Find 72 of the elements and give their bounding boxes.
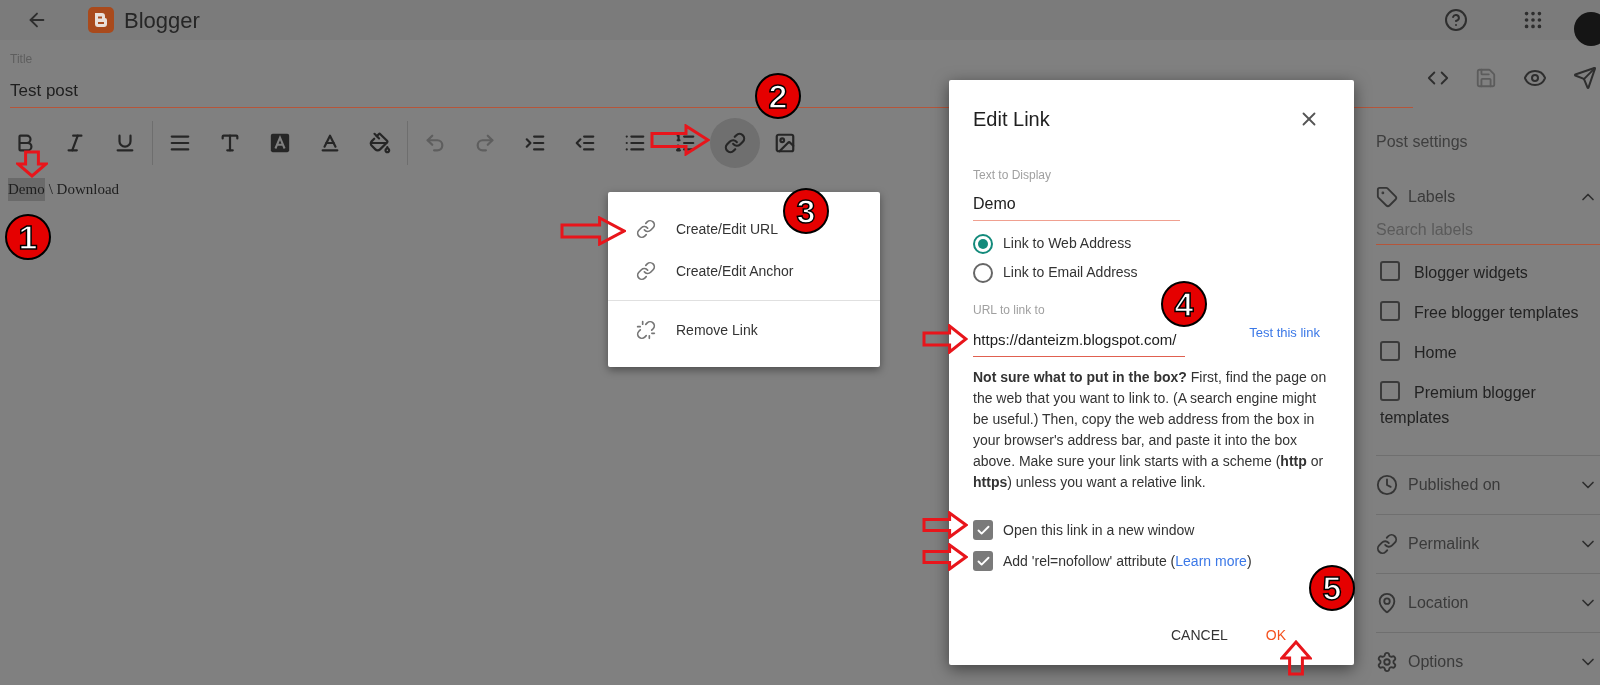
send-icon[interactable] xyxy=(1573,66,1597,90)
step-badge: 1 xyxy=(5,214,51,260)
avatar[interactable] xyxy=(1574,12,1600,46)
text-color-icon xyxy=(319,132,341,154)
checkbox[interactable] xyxy=(1380,341,1400,361)
align-icon xyxy=(169,132,191,154)
bullet-list-icon xyxy=(624,132,646,154)
label-option[interactable]: Premium blogger templates xyxy=(1376,373,1600,437)
link-icon xyxy=(1376,533,1398,555)
menu-item[interactable]: Create/Edit Anchor xyxy=(636,250,794,292)
checkbox[interactable] xyxy=(1380,261,1400,281)
undo-icon xyxy=(424,132,446,154)
body-text: \ Download xyxy=(48,180,120,199)
text-style-icon xyxy=(269,132,291,154)
label-option[interactable]: Free blogger templates xyxy=(1376,293,1600,335)
underline-icon xyxy=(114,132,136,154)
option-text: Add 'rel=nofollow' attribute (Learn more) xyxy=(1003,551,1252,571)
checkbox[interactable] xyxy=(973,551,993,571)
tag-icon xyxy=(1376,186,1398,208)
test-link[interactable]: Test this link xyxy=(1249,323,1320,343)
arrow-icon xyxy=(560,216,626,246)
paint-bucket-icon xyxy=(369,132,391,154)
numbered-list-icon xyxy=(674,132,696,154)
display-text-field[interactable]: Demo xyxy=(973,192,1180,221)
checkbox[interactable] xyxy=(1380,381,1400,401)
option-text: Open this link in a new window xyxy=(1003,520,1195,540)
step-badge: 2 xyxy=(755,73,801,119)
image-icon xyxy=(774,132,796,154)
arrow-icon xyxy=(922,324,968,354)
checkbox[interactable] xyxy=(973,520,993,540)
clock-icon xyxy=(1376,474,1398,496)
help-icon[interactable] xyxy=(1444,8,1468,32)
indent-icon xyxy=(524,132,546,154)
arrow-icon xyxy=(1280,640,1312,676)
checkbox[interactable] xyxy=(1380,301,1400,321)
arrow-icon xyxy=(16,150,48,178)
outdent-icon xyxy=(574,132,596,154)
link-icon xyxy=(636,261,656,281)
help-text: Not sure what to put in the box? First, find the page on the web that you want to link to. (A search engine might be useful.) Then, copy the web address from the box in your browser's address bar, and paste it into the box above. Make sure your link starts with a scheme (http or https) unless you want a relative link. xyxy=(973,367,1328,492)
link-icon xyxy=(724,132,746,154)
field-label: URL to link to xyxy=(973,302,1045,319)
url-field[interactable]: https://danteizm.blogspot.com/ xyxy=(973,329,1185,357)
radio-option[interactable]: Link to Web Address xyxy=(973,229,1330,258)
text-size-icon xyxy=(219,132,241,154)
toolbar-button[interactable] xyxy=(710,118,760,168)
section-header[interactable]: Published on xyxy=(1376,456,1600,514)
sidebar-title: Post settings xyxy=(1376,132,1469,152)
redo-icon xyxy=(474,132,496,154)
unlink-icon xyxy=(636,320,656,340)
body-text: Demo xyxy=(8,178,45,201)
arrow-icon xyxy=(922,511,968,539)
label-option[interactable]: Blogger widgets xyxy=(1376,253,1600,295)
label-option[interactable]: Home xyxy=(1376,333,1600,375)
app-title: Blogger xyxy=(124,6,200,35)
logo-icon xyxy=(88,7,114,33)
cancel-button[interactable]: CANCEL xyxy=(1162,618,1236,652)
section-header[interactable]: Permalink xyxy=(1376,515,1600,573)
field-label: Text to Display xyxy=(973,167,1053,184)
link-icon xyxy=(636,219,656,239)
arrow-icon xyxy=(650,124,710,156)
dialog-title: Edit Link xyxy=(973,107,1050,132)
title-field[interactable]: Test post xyxy=(10,77,79,103)
settings-icon xyxy=(1376,651,1398,673)
pin-icon xyxy=(1376,592,1398,614)
learn-more-link[interactable]: Learn more xyxy=(1175,552,1247,569)
arrow-icon xyxy=(922,543,968,571)
apps-icon[interactable] xyxy=(1522,9,1544,31)
menu-item[interactable]: Create/Edit URL xyxy=(636,208,778,250)
section-header[interactable]: Options xyxy=(1376,633,1600,685)
section-header[interactable]: Location xyxy=(1376,574,1600,632)
ok-button[interactable]: OK xyxy=(1257,618,1294,652)
menu-item[interactable]: Remove Link xyxy=(636,309,758,351)
